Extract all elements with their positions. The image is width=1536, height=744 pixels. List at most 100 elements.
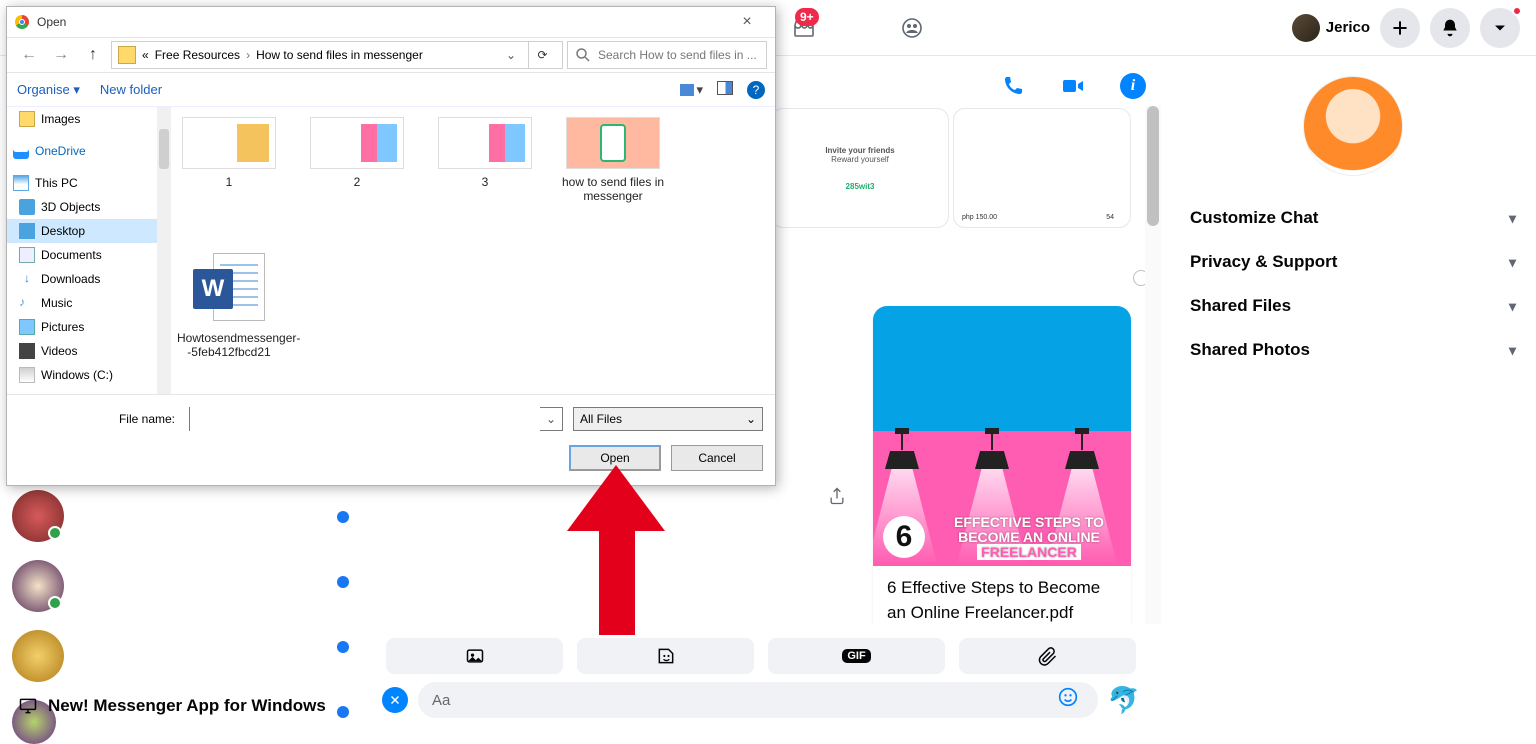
header-right: Jerico <box>1292 8 1520 48</box>
help-icon[interactable]: ? <box>747 81 765 99</box>
breadcrumb-dropdown[interactable]: ⌄ <box>500 48 522 62</box>
nav-back-button[interactable]: ← <box>15 41 43 69</box>
contact-avatar[interactable] <box>12 560 64 612</box>
tree-videos[interactable]: Videos <box>7 339 157 363</box>
details-item-label: Shared Photos <box>1190 340 1310 360</box>
dialog-address-bar: ← → ↑ « Free Resources › How to send fil… <box>7 37 775 73</box>
emoji-picker-icon[interactable] <box>1058 687 1084 713</box>
folder-tree: Images OneDrive This PC 3D Objects Deskt… <box>7 107 157 394</box>
create-button[interactable] <box>1380 8 1420 48</box>
attach-gif-button[interactable]: GIF <box>768 638 945 674</box>
filetype-select[interactable]: All Files⌄ <box>573 407 763 431</box>
tree-documents[interactable]: Documents <box>7 243 157 267</box>
folder-icon <box>118 46 136 64</box>
nav-up-button[interactable]: ↑ <box>79 41 107 69</box>
cancel-button[interactable]: Cancel <box>671 445 763 471</box>
tree-windows-c[interactable]: Windows (C:) <box>7 363 157 387</box>
tree-3dobjects[interactable]: 3D Objects <box>7 195 157 219</box>
filename-input[interactable] <box>190 407 540 431</box>
gallery-image-2[interactable]: Invite your friends Reward yourself 285w… <box>771 108 949 228</box>
messenger-app-promo[interactable]: New! Messenger App for Windows <box>18 696 326 716</box>
quick-reaction-button[interactable]: 🐬 <box>1108 685 1140 716</box>
nav-forward-button[interactable]: → <box>47 41 75 69</box>
file-link-card[interactable]: 6 EFFECTIVE STEPS TO BECOME AN ONLINE FR… <box>873 306 1131 624</box>
breadcrumb-part[interactable]: Free Resources <box>155 48 240 62</box>
file-card-title: 6 Effective Steps to Become an Online Fr… <box>887 576 1117 624</box>
tree-downloads[interactable]: ↓Downloads <box>7 267 157 291</box>
details-customize-chat[interactable]: Customize Chat▾ <box>1188 196 1518 240</box>
chrome-icon <box>15 15 29 29</box>
scrollbar[interactable] <box>1145 106 1161 624</box>
chat-info-icon[interactable]: i <box>1115 68 1151 104</box>
file-item[interactable]: 2 <box>305 117 409 189</box>
file-item[interactable]: 1 <box>177 117 281 189</box>
view-mode-button[interactable]: ▾ <box>680 81 703 99</box>
pc-icon <box>13 175 29 191</box>
new-folder-button[interactable]: New folder <box>100 82 162 97</box>
file-label: Howtosendmessenger--5feb412fbcd21 <box>177 331 300 359</box>
dialog-search-input[interactable]: Search How to send files in ... <box>567 41 767 69</box>
details-shared-photos[interactable]: Shared Photos▾ <box>1188 328 1518 372</box>
file-item[interactable]: how to send files in messenger <box>561 117 665 203</box>
pictures-icon <box>19 319 35 335</box>
voice-call-icon[interactable] <box>995 68 1031 104</box>
tree-onedrive[interactable]: OneDrive <box>7 139 157 163</box>
file-item[interactable]: 3 <box>433 117 537 189</box>
promo-text: New! Messenger App for Windows <box>48 696 326 716</box>
attach-photo-button[interactable] <box>386 638 563 674</box>
contact-avatar[interactable] <box>12 490 64 542</box>
online-indicator-icon <box>48 526 62 540</box>
music-icon: ♪ <box>19 295 35 311</box>
gallery2-line2: Reward yourself <box>831 155 889 164</box>
filetype-value: All Files <box>580 412 622 426</box>
search-placeholder: Search How to send files in ... <box>598 48 757 62</box>
unread-dot-icon <box>337 706 349 718</box>
file-label: 2 <box>354 175 361 189</box>
groups-icon[interactable] <box>898 14 926 42</box>
gallery-image-3[interactable]: php 150.00 54 <box>953 108 1131 228</box>
message-placeholder: Aa <box>432 692 450 709</box>
refresh-button[interactable]: ⟳ <box>528 41 556 69</box>
onedrive-icon <box>13 143 29 159</box>
contact-avatar[interactable] <box>12 630 64 682</box>
details-item-label: Privacy & Support <box>1190 252 1337 272</box>
folder-icon <box>19 111 35 127</box>
account-menu-button[interactable] <box>1480 8 1520 48</box>
breadcrumb-ellipsis: « <box>142 48 149 62</box>
preview-pane-button[interactable] <box>717 81 733 95</box>
attach-file-button[interactable] <box>959 638 1136 674</box>
file-list[interactable]: 1 2 3 how to send files in messenger W H… <box>171 107 775 394</box>
details-shared-files[interactable]: Shared Files▾ <box>1188 284 1518 328</box>
attach-sticker-button[interactable] <box>577 638 754 674</box>
profile-pill[interactable]: Jerico <box>1292 14 1370 42</box>
notifications-button[interactable] <box>1430 8 1470 48</box>
video-call-icon[interactable] <box>1055 68 1091 104</box>
conversation-avatar[interactable] <box>1303 76 1403 176</box>
file-item[interactable]: W Howtosendmessenger--5feb412fbcd21 <box>177 253 281 359</box>
breadcrumb-part[interactable]: How to send files in messenger <box>256 48 423 62</box>
tree-music[interactable]: ♪Music <box>7 291 157 315</box>
dialog-titlebar[interactable]: Open × <box>7 7 775 37</box>
dialog-close-button[interactable]: × <box>727 13 767 31</box>
gallery2-line1: Invite your friends <box>825 146 894 155</box>
composer-collapse-button[interactable] <box>382 687 408 713</box>
thumb-number: 6 <box>883 516 925 558</box>
drive-icon <box>19 367 35 383</box>
chevron-down-icon: ▾ <box>1509 254 1516 271</box>
forward-icon[interactable] <box>827 486 855 514</box>
details-privacy-support[interactable]: Privacy & Support ▾ <box>1188 240 1518 284</box>
user-name: Jerico <box>1326 19 1370 36</box>
tree-thispc[interactable]: This PC <box>7 171 157 195</box>
breadcrumb[interactable]: « Free Resources › How to send files in … <box>111 41 563 69</box>
message-input[interactable]: Aa <box>418 682 1098 718</box>
tree-pictures[interactable]: Pictures <box>7 315 157 339</box>
filename-label: File name: <box>19 412 179 426</box>
tree-images[interactable]: Images <box>7 107 157 131</box>
unread-indicators <box>337 511 349 718</box>
tree-desktop[interactable]: Desktop <box>7 219 157 243</box>
tree-scrollbar[interactable] <box>157 107 171 394</box>
search-icon <box>574 46 592 64</box>
filename-dropdown[interactable]: ⌄ <box>540 412 562 426</box>
open-button[interactable]: Open <box>569 445 661 471</box>
organise-menu[interactable]: Organise ▾ <box>17 82 80 98</box>
